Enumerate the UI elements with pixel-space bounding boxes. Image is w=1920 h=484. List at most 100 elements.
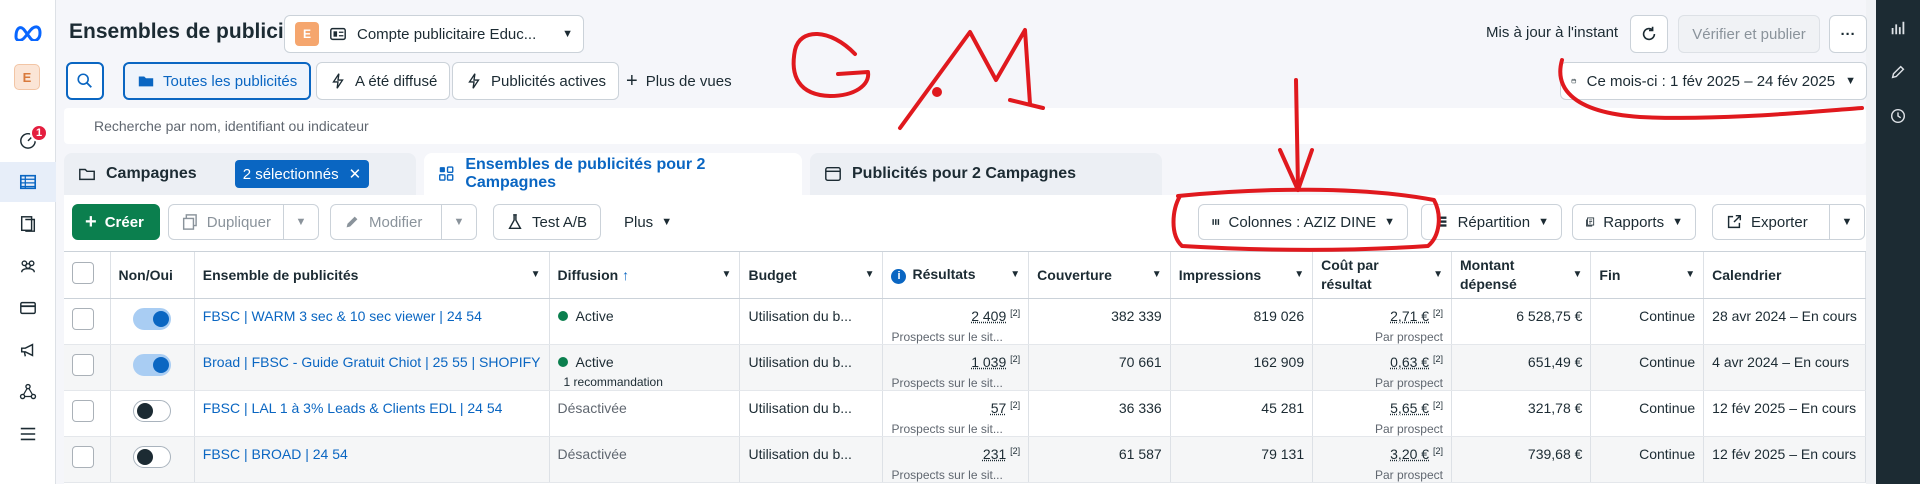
chevron-down-icon[interactable]: ▼: [1010, 269, 1020, 280]
column-header-reach[interactable]: Couverture ▼: [1028, 252, 1171, 299]
info-icon[interactable]: i: [891, 268, 907, 284]
pencil-edit-icon[interactable]: [1876, 52, 1920, 92]
search-toggle-button[interactable]: [66, 62, 104, 100]
budget-value: Utilisation du b...: [748, 353, 852, 370]
edit-options-button[interactable]: ▼: [441, 204, 477, 240]
chevron-down-icon[interactable]: ▼: [1573, 269, 1583, 280]
billing-card-icon[interactable]: [0, 288, 56, 328]
results-value[interactable]: 57: [991, 400, 1007, 416]
end-cell: Continue: [1590, 298, 1705, 345]
adset-name-link[interactable]: FBSC | BROAD | 24 54: [203, 446, 348, 462]
impressions-value: 162 909: [1253, 353, 1305, 370]
chevron-down-icon[interactable]: ▼: [722, 269, 732, 280]
scrollbar-track[interactable]: [1866, 0, 1876, 484]
adset-name-link[interactable]: FBSC | LAL 1 à 3% Leads & Clients EDL | …: [203, 400, 503, 416]
reports-button[interactable]: Rapports ▼: [1572, 204, 1696, 240]
results-value[interactable]: 2 409: [971, 308, 1006, 324]
chart-bars-icon[interactable]: [1876, 8, 1920, 48]
select-all-checkbox[interactable]: [72, 262, 94, 285]
ad-account-selector[interactable]: E Compte publicitaire Educ... ▼: [284, 15, 584, 53]
column-header-amount-spent[interactable]: Montant dépensé ▼: [1451, 252, 1592, 299]
row-toggle-cell: [110, 390, 195, 437]
account-avatar[interactable]: E: [14, 64, 40, 90]
column-header-end[interactable]: Fin ▼: [1590, 252, 1705, 299]
table-row[interactable]: FBSC | WARM 3 sec & 10 sec viewer | 24 5…: [64, 298, 1866, 345]
account-name: Compte publicitaire Educ...: [357, 25, 537, 43]
date-range-picker[interactable]: Ce mois-ci : 1 fév 2025 – 24 fév 2025 ▼: [1560, 62, 1867, 100]
column-header-delivery[interactable]: Diffusion ↑ ▼: [549, 252, 741, 299]
duplicate-button[interactable]: Dupliquer: [168, 204, 284, 240]
more-views-button[interactable]: + Plus de vues: [614, 62, 744, 100]
export-options-button[interactable]: ▼: [1829, 204, 1865, 240]
pages-icon[interactable]: [0, 204, 56, 244]
column-header-toggle[interactable]: Non/Oui: [110, 252, 195, 299]
adset-name-link[interactable]: FBSC | WARM 3 sec & 10 sec viewer | 24 5…: [203, 308, 482, 324]
close-icon[interactable]: ✕: [349, 165, 362, 183]
duplicate-options-button[interactable]: ▼: [283, 204, 319, 240]
cost-per-result-value[interactable]: 2,71 €: [1390, 308, 1429, 324]
row-checkbox[interactable]: [72, 353, 94, 376]
row-checkbox[interactable]: [72, 399, 94, 422]
refresh-button[interactable]: [1630, 15, 1668, 53]
chevron-down-icon[interactable]: ▼: [865, 269, 875, 280]
review-and-publish-button[interactable]: Vérifier et publier: [1678, 15, 1820, 53]
cost-per-result-value[interactable]: 0,63 €: [1390, 354, 1429, 370]
dashboard-gauge-icon[interactable]: [0, 120, 56, 160]
chevron-down-icon[interactable]: ▼: [531, 269, 541, 280]
chevron-down-icon[interactable]: ▼: [1294, 269, 1304, 280]
tab-adsets[interactable]: Ensembles de publicités pour 2 Campagnes: [424, 153, 802, 195]
results-type: Prospects sur le sit...: [891, 329, 1003, 344]
all-ads-filter-button[interactable]: Toutes les publicités: [123, 62, 312, 100]
table-row[interactable]: Broad | FBSC - Guide Gratuit Chiot | 25 …: [64, 344, 1866, 391]
adset-on-off-toggle[interactable]: [133, 445, 172, 468]
ab-test-button[interactable]: Test A/B: [493, 204, 601, 240]
column-header-adset[interactable]: Ensemble de publicités ▼: [194, 252, 550, 299]
columns-button[interactable]: Colonnes : AZIZ DINE ▼: [1198, 204, 1408, 240]
results-value[interactable]: 1 039: [971, 354, 1006, 370]
meta-logo-icon[interactable]: [0, 12, 56, 52]
results-value[interactable]: 231: [983, 446, 1006, 462]
chevron-down-icon[interactable]: ▼: [1433, 269, 1443, 280]
row-select-cell: [64, 390, 111, 437]
business-network-icon[interactable]: [0, 372, 56, 412]
menu-hamburger-icon[interactable]: [0, 414, 56, 454]
cost-per-result-value[interactable]: 5,65 €: [1390, 400, 1429, 416]
delivery-cell: Désactivée: [549, 390, 741, 437]
delivered-filter-button[interactable]: A été diffusé: [316, 62, 451, 100]
megaphone-icon[interactable]: [0, 330, 56, 370]
table-grid-icon[interactable]: [0, 162, 56, 202]
row-checkbox[interactable]: [72, 445, 94, 468]
column-header-cost-per-result[interactable]: Coût par résultat ▼: [1312, 252, 1452, 299]
column-header-results[interactable]: i Résultats ▼: [882, 252, 1030, 299]
table-row[interactable]: FBSC | BROAD | 24 54 Désactivée Utilisatio…: [64, 436, 1866, 483]
annotation-dot: [932, 87, 942, 97]
column-header-budget[interactable]: Budget ▼: [739, 252, 884, 299]
active-ads-filter-button[interactable]: Publicités actives: [452, 62, 620, 100]
column-header-schedule[interactable]: Calendrier: [1703, 252, 1866, 299]
adset-name-link[interactable]: Broad | FBSC - Guide Gratuit Chiot | 25 …: [203, 354, 541, 370]
audience-people-icon[interactable]: [0, 246, 56, 286]
breakdown-button[interactable]: Répartition ▼: [1421, 204, 1562, 240]
tab-ads[interactable]: Publicités pour 2 Campagnes: [810, 153, 1162, 195]
edit-button[interactable]: Modifier: [330, 204, 442, 240]
adset-on-off-toggle[interactable]: [133, 353, 172, 376]
row-checkbox[interactable]: [72, 307, 94, 330]
more-actions-button[interactable]: Plus ▼: [612, 204, 685, 240]
tab-campaigns[interactable]: Campagnes 2 sélectionnés ✕: [64, 153, 416, 195]
selected-count-chip[interactable]: 2 sélectionnés ✕: [234, 160, 370, 188]
chevron-down-icon[interactable]: ▼: [1685, 269, 1695, 280]
search-input[interactable]: [64, 108, 1866, 144]
history-clock-icon[interactable]: [1876, 96, 1920, 136]
column-header-impressions[interactable]: Impressions ▼: [1170, 252, 1314, 299]
adset-on-off-toggle[interactable]: [133, 307, 172, 330]
sort-ascending-icon[interactable]: ↑: [622, 267, 629, 283]
export-button[interactable]: Exporter: [1712, 204, 1830, 240]
adset-on-off-toggle[interactable]: [133, 399, 172, 422]
table-row[interactable]: FBSC | LAL 1 à 3% Leads & Clients EDL | …: [64, 390, 1866, 437]
create-button[interactable]: + Créer: [72, 204, 160, 240]
recommendation-link[interactable]: 1 recommandation: [564, 375, 732, 389]
cost-per-result-value[interactable]: 3,20 €: [1390, 446, 1429, 462]
column-header-spent-label-1: Montant: [1459, 256, 1515, 273]
more-options-button[interactable]: ···: [1829, 15, 1867, 53]
chevron-down-icon[interactable]: ▼: [1152, 269, 1162, 280]
